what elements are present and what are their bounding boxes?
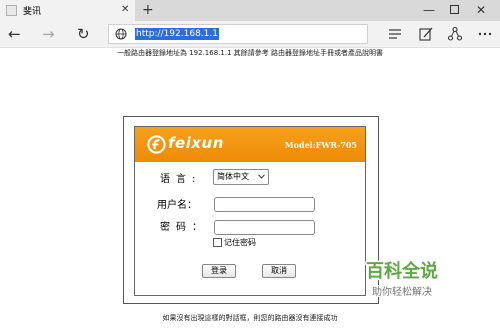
page-favicon-icon [6, 5, 17, 16]
language-select[interactable]: 简体中文 [213, 169, 269, 185]
browser-tab[interactable]: 斐讯 ✕ [0, 0, 135, 21]
watermark-logo: 百科全说 百科全说 助你轻松解决 助你轻松解决 [365, 259, 440, 300]
globe-icon [115, 28, 127, 40]
remember-password-label: 记住密码 [224, 238, 256, 247]
username-label: 用户名： [157, 200, 197, 211]
remember-password-checkbox[interactable] [213, 238, 222, 247]
watermark-subtitle: 助你轻松解决 [372, 285, 432, 298]
address-bar[interactable]: http://192.168.1.1 [108, 24, 368, 44]
chevron-down-icon [258, 174, 265, 179]
refresh-icon[interactable]: ↻ [77, 25, 90, 43]
login-panel: feixun Model:FWR-705 语言: 简体中文 用户名： 密码： 记… [134, 126, 366, 296]
model-text: Model:FWR-705 [284, 140, 357, 150]
maximize-button[interactable] [450, 5, 459, 14]
minimize-button[interactable]: — [423, 2, 435, 18]
password-input[interactable] [214, 220, 315, 235]
language-label: 语言: [160, 174, 202, 185]
password-label: 密码： [160, 222, 208, 233]
top-notice: 一般路由器登錄地址為 192.168.1.1 其餘請參考 路由器登錄地址手冊或者… [117, 49, 383, 57]
watermark-title: 百科全说 [366, 260, 438, 282]
reading-list-icon[interactable] [387, 26, 403, 42]
close-window-button[interactable]: ✕ [476, 1, 486, 19]
tab-bar: 斐讯 ✕ + — ✕ [0, 0, 500, 21]
login-button[interactable]: 登录 [202, 264, 236, 278]
forward-icon[interactable]: → [42, 25, 55, 43]
login-header: feixun Model:FWR-705 [135, 127, 365, 162]
more-icon[interactable] [477, 26, 493, 42]
notes-icon[interactable] [418, 26, 434, 42]
new-tab-button[interactable]: + [142, 1, 154, 19]
back-icon[interactable]: ← [8, 25, 21, 43]
navigation-bar: ← → ↻ http://192.168.1.1 [0, 21, 500, 48]
brand-logo-text: feixun [168, 134, 224, 152]
tab-title: 斐讯 [23, 7, 42, 17]
share-icon[interactable] [447, 26, 463, 42]
url-text[interactable]: http://192.168.1.1 [135, 28, 219, 40]
language-select-value: 简体中文 [217, 172, 249, 181]
bottom-notice: 如果沒有出現這樣的對話框，則您的路由器沒有連接成功 [162, 314, 338, 322]
feixun-logo-icon [147, 135, 166, 154]
tab-close-icon[interactable]: ✕ [121, 3, 129, 17]
username-input[interactable] [214, 197, 315, 212]
cancel-button[interactable]: 取消 [262, 264, 296, 278]
